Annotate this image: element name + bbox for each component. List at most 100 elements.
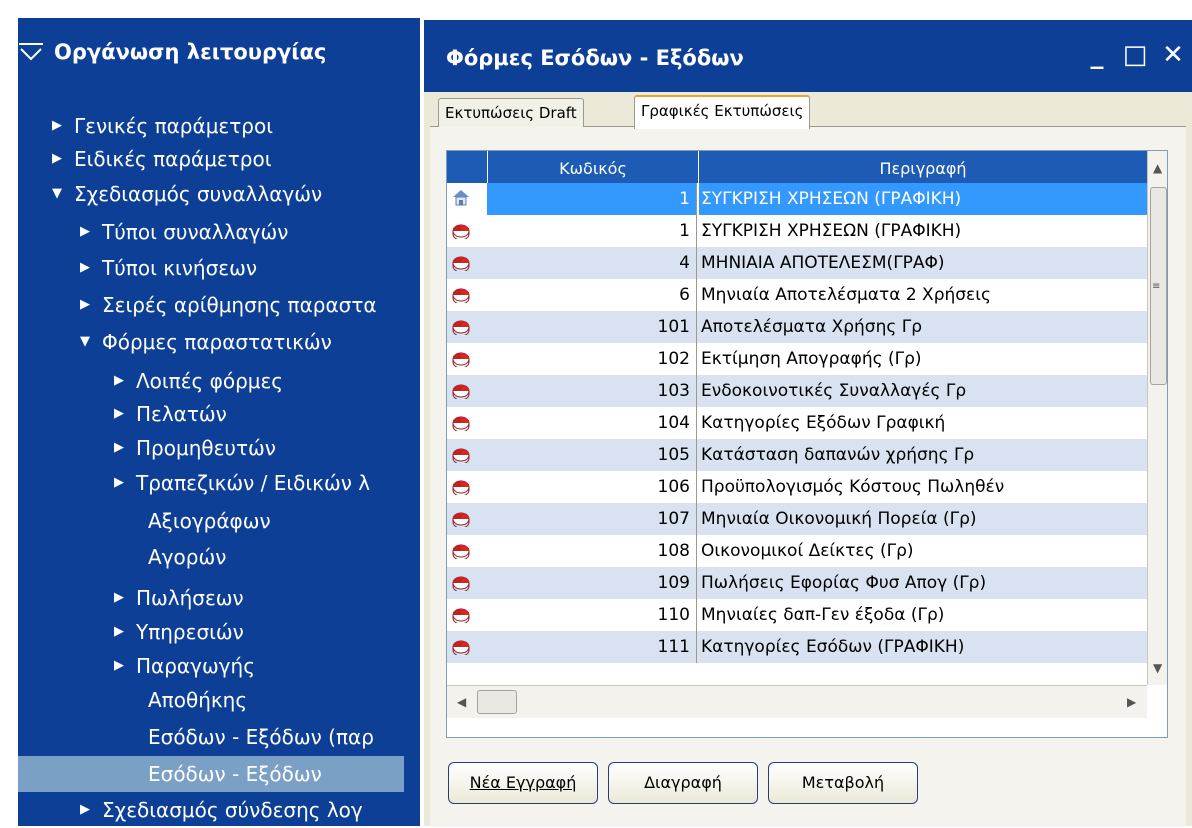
expand-icon: ▶: [80, 297, 90, 312]
tree-item-label: Γενικές παράμετροι: [74, 114, 273, 138]
maximize-button[interactable]: □: [1118, 38, 1152, 72]
expand-icon: ▶: [114, 440, 124, 455]
table-row[interactable]: 104 Κατηγορίες Εξόδων Γραφική: [447, 407, 1147, 439]
cell-code: 107: [487, 503, 697, 535]
tree-item-income-expense-par[interactable]: Εσόδων - Εξόδων (παρ: [148, 719, 374, 755]
horizontal-scroll-thumb[interactable]: [477, 690, 517, 714]
table-row[interactable]: 105 Κατάσταση δαπανών χρήσης Γρ: [447, 439, 1147, 471]
tree-item-production[interactable]: ▶ Παραγωγής: [114, 648, 255, 684]
tree-item-movement-types[interactable]: ▶ Τύποι κινήσεων: [80, 250, 257, 286]
cell-description: Προϋπολογισμός Κόστους Πωληθέν: [701, 477, 1005, 497]
cell-code: 110: [487, 599, 697, 631]
window-titlebar[interactable]: Φόρμες Εσόδων - Εξόδων _ □ ✕: [424, 20, 1192, 92]
tree-item-label: Ειδικές παράμετροι: [74, 147, 272, 171]
tree-item-label: Εσόδων - Εξόδων: [148, 762, 322, 786]
cell-code: 105: [487, 439, 697, 471]
scroll-right-icon[interactable]: ▶: [1127, 695, 1136, 709]
scroll-up-icon[interactable]: ▲: [1153, 161, 1162, 175]
chart-icon: [451, 315, 471, 339]
tree-item-warehouse[interactable]: Αποθήκης: [148, 682, 247, 718]
tab-draft-prints[interactable]: Εκτυπώσεις Draft: [438, 98, 584, 127]
tree-item-suppliers[interactable]: ▶ Προμηθευτών: [114, 430, 276, 466]
table-row[interactable]: 103 Ενδοκοινοτικές Συναλλαγές Γρ: [447, 375, 1147, 407]
expand-icon: ▶: [114, 624, 124, 639]
table-row[interactable]: 102 Εκτίμηση Απογραφής (Γρ): [447, 343, 1147, 375]
nav-header[interactable]: Οργάνωση λειτουργίας: [18, 32, 326, 72]
row-icon-cell: [447, 343, 487, 375]
tree-item-label: Υπηρεσιών: [136, 620, 244, 644]
tree-item-sales[interactable]: ▶ Πωλήσεων: [114, 580, 244, 616]
tree-item-banking[interactable]: ▶ Τραπεζικών / Ειδικών λ: [114, 465, 370, 501]
close-button[interactable]: ✕: [1156, 38, 1190, 72]
vertical-scrollbar[interactable]: ▲ ≡ ▼: [1147, 151, 1167, 685]
tree-item-transaction-types[interactable]: ▶ Τύποι συναλλαγών: [80, 214, 288, 250]
tree-item-accounting-link-design[interactable]: ▶ Σχεδιασμός σύνδεσης λογ: [80, 792, 363, 828]
header-icon-column: [447, 151, 488, 183]
table-row[interactable]: 106 Προϋπολογισμός Κόστους Πωληθέν: [447, 471, 1147, 503]
tree-item-purchases[interactable]: Αγορών: [148, 539, 226, 575]
table-row[interactable]: 101 Αποτελέσματα Χρήσης Γρ: [447, 311, 1147, 343]
table-row[interactable]: 110 Μηνιαίες δαπ-Γεν έξοδα (Γρ): [447, 599, 1147, 631]
chart-icon: [451, 507, 471, 531]
delete-button[interactable]: Διαγραφή: [608, 762, 758, 804]
tree-item-transaction-design[interactable]: ▼ Σχεδιασμός συναλλαγών: [52, 176, 322, 212]
chart-icon: [451, 603, 471, 627]
row-icon-cell: [447, 503, 487, 535]
table-row[interactable]: 4 ΜΗΝΙΑΙΑ ΑΠΟΤΕΛΕΣΜ(ΓΡΑΦ): [447, 247, 1147, 279]
expand-icon: ▶: [80, 802, 90, 817]
table-row[interactable]: 108 Οικονομικοί Δείκτες (Γρ): [447, 535, 1147, 567]
tree-item-other-forms[interactable]: ▶ Λοιπές φόρμες: [114, 363, 283, 399]
tree-item-customers[interactable]: ▶ Πελατών: [114, 396, 227, 432]
table-row[interactable]: 109 Πωλήσεις Εφορίας Φυσ Απογ (Γρ): [447, 567, 1147, 599]
table-row[interactable]: 111 Κατηγορίες Εσόδων (ΓΡΑΦΙΚΗ): [447, 631, 1147, 663]
header-code[interactable]: Κωδικός: [488, 151, 699, 183]
expand-icon: ▶: [80, 260, 90, 275]
scroll-down-icon[interactable]: ▼: [1153, 661, 1162, 675]
tree-item-label: Τύποι κινήσεων: [102, 256, 257, 280]
chart-icon: [451, 635, 471, 659]
cell-description: Κατηγορίες Εξόδων Γραφική: [701, 413, 946, 433]
chart-icon: [451, 571, 471, 595]
chart-icon: [451, 411, 471, 435]
table-row[interactable]: 1 ΣΥΓΚΡΙΣΗ ΧΡΗΣΕΩΝ (ΓΡΑΦΙΚΗ): [447, 183, 1149, 215]
cell-code: 102: [487, 343, 697, 375]
modify-button[interactable]: Μεταβολή: [768, 762, 918, 804]
cell-code: 104: [487, 407, 697, 439]
table-row[interactable]: 1 ΣΥΓΚΡΙΣΗ ΧΡΗΣΕΩΝ (ΓΡΑΦΙΚΗ): [447, 215, 1147, 247]
tree-item-label: Πελατών: [136, 402, 227, 426]
expand-icon: ▶: [114, 373, 124, 388]
tree-item-income-expense[interactable]: Εσόδων - Εξόδων: [18, 756, 404, 792]
cell-code: 6: [487, 279, 697, 311]
scroll-left-icon[interactable]: ◀: [457, 695, 466, 709]
row-icon-cell: [447, 535, 487, 567]
horizontal-scrollbar[interactable]: ◀ ▶: [447, 685, 1147, 718]
tree-item-numbering-series[interactable]: ▶ Σειρές αρίθμησης παραστα: [80, 287, 377, 323]
cell-code: 109: [487, 567, 697, 599]
chart-icon: [451, 251, 471, 275]
cell-description: Αποτελέσματα Χρήσης Γρ: [701, 317, 922, 337]
tab-graphic-prints[interactable]: Γραφικές Εκτυπώσεις: [634, 95, 811, 129]
new-record-button[interactable]: Νέα Εγγραφή: [448, 762, 598, 804]
header-description[interactable]: Περιγραφή: [699, 151, 1147, 183]
tree-item-label: Φόρμες παραστατικών: [102, 330, 332, 354]
cell-code: 1: [487, 183, 697, 215]
table-row[interactable]: 6 Μηνιαία Αποτελέσματα 2 Χρήσεις: [447, 279, 1147, 311]
tree-item-label: Σειρές αρίθμησης παραστα: [102, 293, 377, 317]
tree-item-document-forms[interactable]: ▼ Φόρμες παραστατικών: [80, 324, 332, 360]
tree-item-special-params[interactable]: ▶ Ειδικές παράμετροι: [52, 141, 271, 177]
tree-item-general-params[interactable]: ▶ Γενικές παράμετροι: [52, 108, 273, 144]
minimize-button[interactable]: _: [1080, 38, 1114, 72]
nav-header-label: Οργάνωση λειτουργίας: [54, 40, 327, 64]
window-title: Φόρμες Εσόδων - Εξόδων: [446, 46, 744, 70]
tree-item-securities[interactable]: Αξιογράφων: [148, 503, 271, 539]
chart-icon: [451, 475, 471, 499]
collapse-menu-icon: [19, 43, 43, 61]
cell-description: Μηνιαία Αποτελέσματα 2 Χρήσεις: [701, 285, 991, 305]
grid-header: Κωδικός Περιγραφή: [447, 151, 1147, 183]
row-icon-cell: [447, 471, 487, 503]
tree-item-services[interactable]: ▶ Υπηρεσιών: [114, 614, 244, 650]
forms-window: Φόρμες Εσόδων - Εξόδων _ □ ✕ Εκτυπώσεις …: [424, 20, 1192, 827]
tree-item-label: Πωλήσεων: [136, 586, 244, 610]
table-row[interactable]: 107 Μηνιαία Οικονομική Πορεία (Γρ): [447, 503, 1147, 535]
cell-code: 103: [487, 375, 697, 407]
